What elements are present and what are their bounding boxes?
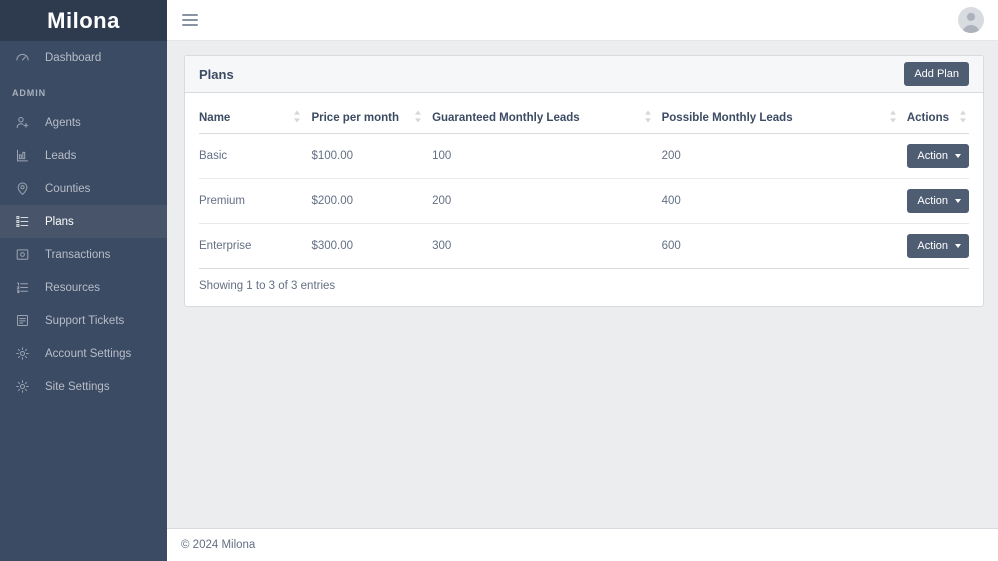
brand-logo[interactable]: Milona bbox=[0, 0, 167, 41]
card-header: Plans Add Plan bbox=[185, 56, 983, 93]
column-header-price[interactable]: Price per month bbox=[311, 103, 433, 134]
sidebar-section-admin: ADMIN bbox=[12, 88, 46, 98]
column-header-actions[interactable]: Actions bbox=[906, 103, 969, 134]
sidebar-item-label: Plans bbox=[45, 215, 74, 228]
sort-indicator-icon bbox=[959, 110, 967, 126]
footer-copyright: © 2024 Milona bbox=[181, 539, 256, 551]
action-button-label: Action bbox=[917, 240, 948, 252]
user-avatar-icon bbox=[962, 12, 980, 33]
sidebar-item-account-settings[interactable]: Account Settings bbox=[0, 337, 167, 370]
column-header-guaranteed-monthly-leads[interactable]: Guaranteed Monthly Leads bbox=[432, 103, 662, 134]
transaction-icon bbox=[14, 246, 31, 263]
add-plan-button[interactable]: Add Plan bbox=[904, 62, 969, 86]
gear-icon bbox=[14, 345, 31, 362]
sidebar-item-counties[interactable]: Counties bbox=[0, 172, 167, 205]
column-label: Price per month bbox=[311, 112, 400, 124]
column-header-possible-monthly-leads[interactable]: Possible Monthly Leads bbox=[661, 103, 907, 134]
bar-chart-icon bbox=[14, 147, 31, 164]
cell-price: $300.00 bbox=[311, 223, 433, 269]
cell-possible-leads: 600 bbox=[661, 223, 907, 269]
cell-possible-leads: 200 bbox=[661, 133, 907, 179]
chevron-down-icon bbox=[955, 244, 961, 248]
hamburger-bar bbox=[182, 14, 198, 16]
card-body: Name Price per month Guaranteed Monthly … bbox=[185, 93, 983, 306]
sort-indicator-icon bbox=[293, 110, 301, 126]
action-button-label: Action bbox=[917, 150, 948, 162]
cell-price: $100.00 bbox=[311, 133, 433, 179]
sidebar: Milona Dashboard ADMIN Agents Leads Coun… bbox=[0, 0, 167, 561]
footer: © 2024 Milona bbox=[167, 528, 998, 561]
cell-name: Enterprise bbox=[199, 223, 312, 269]
cell-actions: Action bbox=[906, 133, 969, 179]
table-header-row: Name Price per month Guaranteed Monthly … bbox=[199, 103, 969, 134]
sidebar-item-label: Counties bbox=[45, 182, 91, 195]
chevron-down-icon bbox=[955, 199, 961, 203]
map-pin-icon bbox=[14, 180, 31, 197]
sidebar-nav: Dashboard ADMIN Agents Leads Counties Pl… bbox=[0, 41, 167, 403]
column-label: Guaranteed Monthly Leads bbox=[432, 112, 580, 124]
sort-indicator-icon bbox=[644, 110, 652, 126]
user-avatar[interactable] bbox=[958, 7, 984, 33]
sort-indicator-icon bbox=[889, 110, 897, 126]
speedometer-icon bbox=[14, 49, 31, 66]
column-label: Possible Monthly Leads bbox=[661, 112, 793, 124]
sidebar-item-resources[interactable]: Resources bbox=[0, 271, 167, 304]
content-area: Plans Add Plan Name Price per month Guar… bbox=[167, 41, 998, 528]
page-title: Plans bbox=[199, 66, 234, 82]
chevron-down-icon bbox=[955, 154, 961, 158]
sidebar-item-transactions[interactable]: Transactions bbox=[0, 238, 167, 271]
column-header-name[interactable]: Name bbox=[199, 103, 312, 134]
column-label: Name bbox=[199, 112, 231, 124]
action-dropdown-button[interactable]: Action bbox=[907, 189, 969, 213]
cell-actions: Action bbox=[906, 178, 969, 224]
table-head: Name Price per month Guaranteed Monthly … bbox=[199, 103, 969, 134]
cell-guaranteed-leads: 300 bbox=[432, 223, 662, 269]
cell-price: $200.00 bbox=[311, 178, 433, 224]
sidebar-item-label: Support Tickets bbox=[45, 314, 125, 327]
cell-name: Basic bbox=[199, 133, 312, 179]
action-dropdown-button[interactable]: Action bbox=[907, 234, 969, 258]
entries-info: Showing 1 to 3 of 3 entries bbox=[199, 280, 336, 292]
sidebar-item-dashboard[interactable]: Dashboard bbox=[0, 41, 167, 74]
cell-guaranteed-leads: 200 bbox=[432, 178, 662, 224]
user-plus-icon bbox=[14, 114, 31, 131]
sort-indicator-icon bbox=[414, 110, 422, 126]
plans-card: Plans Add Plan Name Price per month Guar… bbox=[184, 55, 984, 307]
gear-icon bbox=[14, 378, 31, 395]
plans-table: Name Price per month Guaranteed Monthly … bbox=[199, 103, 969, 269]
action-button-label: Action bbox=[917, 195, 948, 207]
sidebar-item-label: Transactions bbox=[45, 248, 111, 261]
ordered-list-icon bbox=[14, 279, 31, 296]
table-row: Premium $200.00 200 400 Action bbox=[199, 178, 969, 224]
sidebar-item-label: Leads bbox=[45, 149, 77, 162]
list-icon bbox=[14, 213, 31, 230]
cell-possible-leads: 400 bbox=[661, 178, 907, 224]
sidebar-item-support-tickets[interactable]: Support Tickets bbox=[0, 304, 167, 337]
column-label: Actions bbox=[906, 112, 949, 124]
cell-actions: Action bbox=[906, 223, 969, 269]
sidebar-item-label: Resources bbox=[45, 281, 100, 294]
sidebar-item-plans[interactable]: Plans bbox=[0, 205, 167, 238]
table-row: Basic $100.00 100 200 Action bbox=[199, 133, 969, 179]
sidebar-item-label: Site Settings bbox=[45, 380, 110, 393]
ticket-icon bbox=[14, 312, 31, 329]
app-root: Milona Dashboard ADMIN Agents Leads Coun… bbox=[0, 0, 998, 561]
hamburger-bar bbox=[182, 19, 198, 21]
table-body: Basic $100.00 100 200 Action Premium $20… bbox=[199, 133, 969, 269]
hamburger-icon[interactable] bbox=[182, 11, 198, 29]
sidebar-item-leads[interactable]: Leads bbox=[0, 139, 167, 172]
sidebar-item-label: Agents bbox=[45, 116, 81, 129]
cell-name: Premium bbox=[199, 178, 312, 224]
table-row: Enterprise $300.00 300 600 Action bbox=[199, 223, 969, 269]
brand-name: Milona bbox=[47, 7, 120, 33]
action-dropdown-button[interactable]: Action bbox=[907, 144, 969, 168]
cell-guaranteed-leads: 100 bbox=[432, 133, 662, 179]
sidebar-item-agents[interactable]: Agents bbox=[0, 106, 167, 139]
hamburger-bar bbox=[182, 24, 198, 26]
sidebar-item-label: Dashboard bbox=[45, 51, 102, 64]
sidebar-item-site-settings[interactable]: Site Settings bbox=[0, 370, 167, 403]
main-area: Plans Add Plan Name Price per month Guar… bbox=[167, 0, 998, 561]
sidebar-item-label: Account Settings bbox=[45, 347, 132, 360]
topbar bbox=[167, 0, 998, 41]
